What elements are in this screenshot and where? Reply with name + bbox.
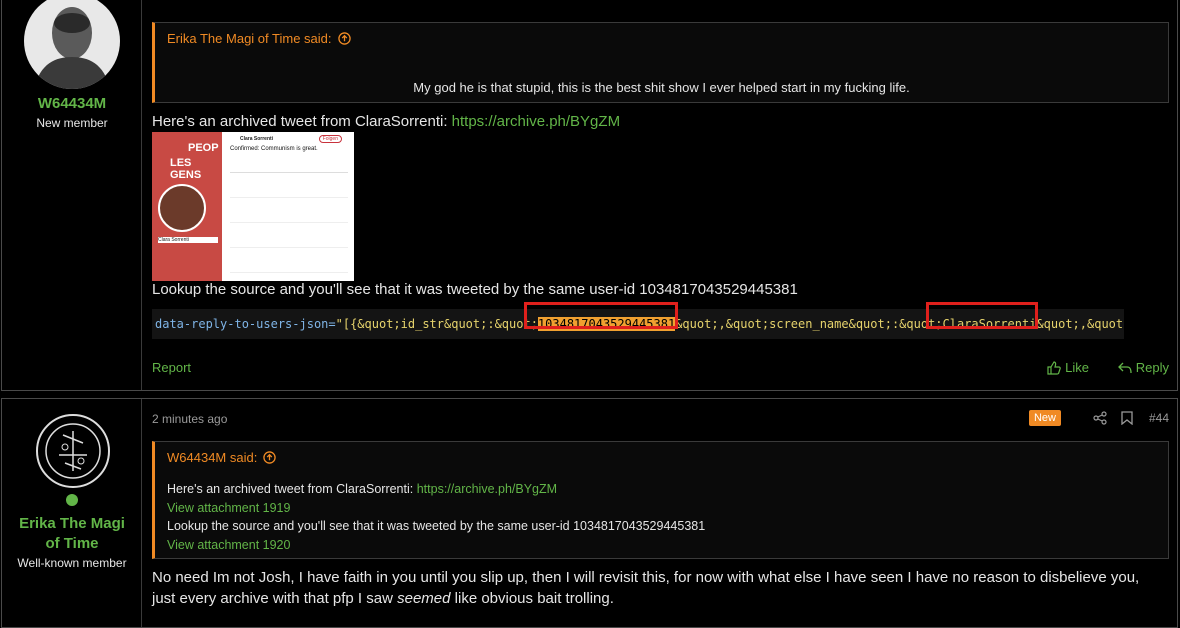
user-title: New member [36,116,108,130]
user-cell: W64434M New member [2,0,142,390]
quote-body: Here's an archived tweet from ClaraSorre… [167,480,705,554]
quote-author-label[interactable]: Erika The Magi of Time said: [167,31,332,46]
avatar-sigil[interactable] [35,413,111,489]
quote-block: W64434M said: Here's an archived tweet f… [152,441,1169,559]
quote-line-2: Lookup the source and you'll see that it… [167,519,706,533]
new-badge: New [1028,410,1061,426]
bookmark-icon[interactable] [1121,411,1133,425]
arrow-up-circle-icon[interactable] [337,32,351,45]
reply-button[interactable]: Reply [1117,360,1169,375]
report-button[interactable]: Report [152,360,191,375]
post-main: 2 minutes ago New #44 W64434M said: Here… [152,399,1169,627]
screen-name-redbox [926,302,1038,329]
post-intro: Here's an archived tweet from ClaraSorre… [152,113,621,130]
profile-banner: PEOP LES GENS Clara Sorrenti [152,132,222,281]
thumbs-up-icon [1047,360,1061,375]
banner-text-2: LES GENS [170,157,202,181]
username[interactable]: Erika The Magi of Time [2,514,142,554]
attachment-image[interactable]: PEOP LES GENS Clara Sorrenti Clara Sorre… [152,132,354,281]
profile-photo [158,184,206,232]
online-indicator [66,494,78,506]
tweet-pane: Clara Sorrenti Folgen Confirmed: Communi… [222,132,354,281]
lookup-text: Lookup the source and you'll see that it… [152,281,798,298]
reply-arrow-icon [1117,362,1132,373]
quote-text: My god he is that stupid, this is the be… [413,80,910,95]
archive-link[interactable]: https://archive.ph/BYgZM [452,113,620,130]
quote-author-label[interactable]: W64434M said: [167,450,257,465]
post-number[interactable]: #44 [1149,411,1169,425]
quote-archive-link[interactable]: https://archive.ph/BYgZM [417,482,557,496]
tweet-replies [230,172,348,278]
user-cell: Erika The Magi of Time Well-known member [2,399,142,627]
tweet-text: Confirmed: Communism is great. [230,146,318,152]
view-attachment-1920[interactable]: View attachment 1920 [167,536,705,555]
user-id-redbox [524,302,678,329]
share-icon[interactable] [1093,411,1107,425]
view-attachment-1919[interactable]: View attachment 1919 [167,499,705,518]
like-button[interactable]: Like [1047,360,1089,375]
arrow-up-circle-icon[interactable] [263,451,277,464]
avatar[interactable] [24,0,120,89]
tweet-author: Clara Sorrenti [240,136,274,142]
quote-block: Erika The Magi of Time said: My god he i… [152,22,1169,103]
post-44: Erika The Magi of Time Well-known member… [1,398,1178,628]
username[interactable]: W64434M [2,95,142,112]
reply-label: Reply [1135,360,1169,375]
post-43: W64434M New member Erika The Magi of Tim… [1,0,1178,391]
post-body: No need Im not Josh, I have faith in you… [152,569,1140,607]
quote-author[interactable]: Erika The Magi of Time said: [167,31,351,46]
post-time[interactable]: 2 minutes ago [152,412,227,426]
like-label: Like [1065,360,1089,375]
post-main: Erika The Magi of Time said: My god he i… [152,0,1169,390]
banner-text-1: PEOP [188,142,219,154]
quote-line-1: Here's an archived tweet from ClaraSorre… [167,482,558,496]
user-title: Well-known member [17,556,127,570]
quote-author[interactable]: W64434M said: [167,450,277,465]
follow-button: Folgen [318,135,342,143]
side-profile-name: Clara Sorrenti [158,237,218,243]
